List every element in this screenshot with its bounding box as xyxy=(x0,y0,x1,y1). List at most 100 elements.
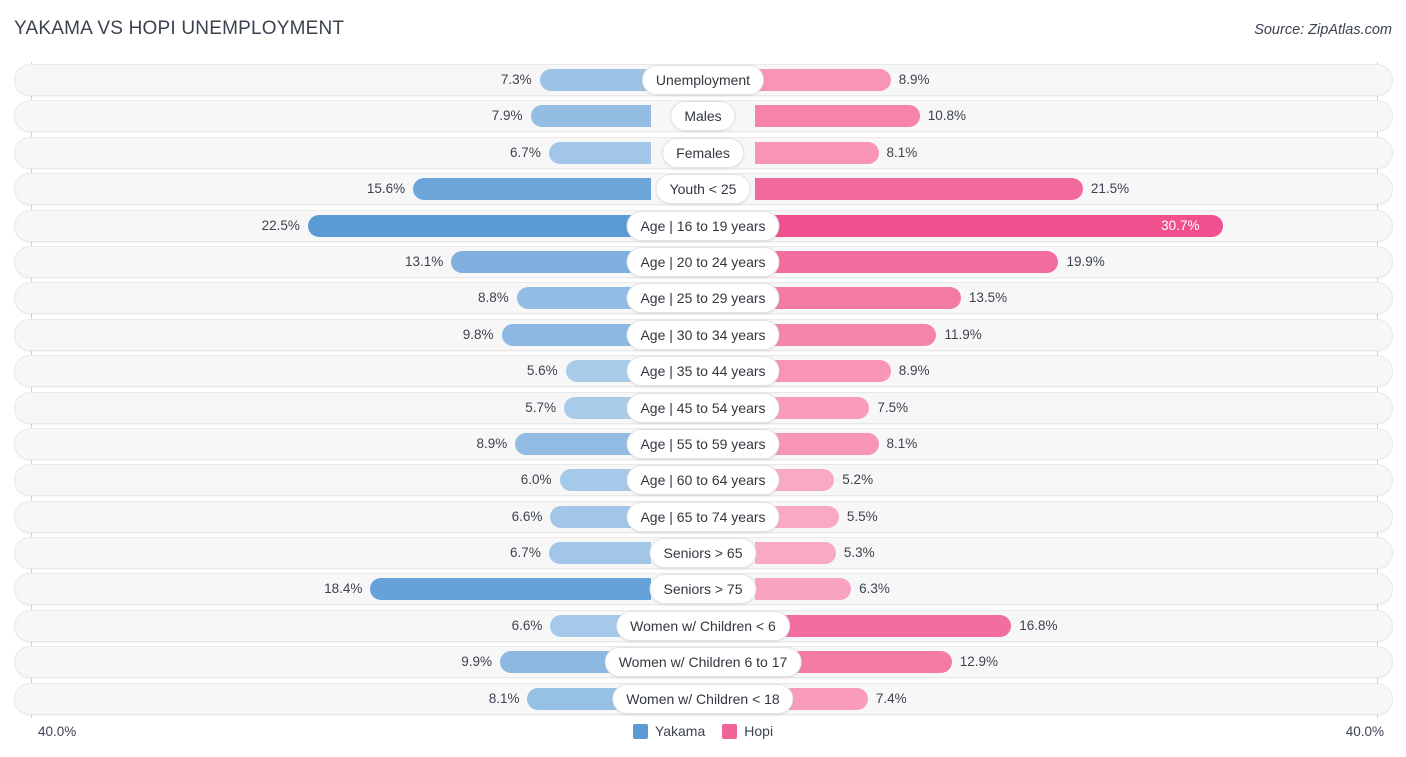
category-label[interactable]: Seniors > 65 xyxy=(649,538,757,569)
value-label-hopi: 8.1% xyxy=(886,435,918,451)
chart-row: 6.6% 16.8% Women w/ Children < 6 xyxy=(0,608,1406,644)
chart-page: YAKAMA VS HOPI UNEMPLOYMENT Source: ZipA… xyxy=(0,0,1406,757)
bar-hopi xyxy=(755,69,891,91)
legend-swatch-icon xyxy=(632,723,648,739)
chart-row: 22.5% 30.7% Age | 16 to 19 years xyxy=(0,208,1406,244)
value-label-yakama: 18.4% xyxy=(324,581,363,597)
value-label-yakama: 6.0% xyxy=(520,472,552,488)
chart-row: 13.1% 19.9% Age | 20 to 24 years xyxy=(0,244,1406,280)
category-label[interactable]: Age | 25 to 29 years xyxy=(626,283,780,314)
bar-hopi xyxy=(755,141,879,164)
legend-swatch-icon xyxy=(722,723,738,739)
chart-legend: Yakama Hopi xyxy=(0,723,1406,739)
chart-row: 18.4% 6.3% Seniors > 75 xyxy=(0,571,1406,607)
value-label-yakama: 8.9% xyxy=(476,435,508,451)
value-label-yakama: 8.1% xyxy=(488,690,520,706)
bar-yakama xyxy=(451,250,651,273)
chart-row: 7.9% 10.8% Males xyxy=(0,98,1406,134)
bar-hopi xyxy=(755,542,836,565)
bar-yakama xyxy=(548,542,651,565)
value-label-hopi: 16.8% xyxy=(1019,617,1058,633)
category-label[interactable]: Age | 20 to 24 years xyxy=(626,246,780,277)
bar-hopi xyxy=(755,287,961,310)
category-label[interactable]: Youth < 25 xyxy=(655,174,751,205)
bar-hopi xyxy=(755,578,852,601)
category-label[interactable]: Females xyxy=(662,137,744,168)
legend-label: Yakama xyxy=(654,723,706,739)
bar-yakama xyxy=(539,69,651,91)
value-label-yakama: 6.6% xyxy=(511,617,543,633)
value-label-yakama: 15.6% xyxy=(366,181,406,197)
page-header: YAKAMA VS HOPI UNEMPLOYMENT Source: ZipA… xyxy=(0,0,1406,60)
category-label[interactable]: Age | 35 to 44 years xyxy=(626,356,780,387)
legend-item[interactable]: Yakama xyxy=(632,723,706,739)
bar-yakama xyxy=(413,178,651,201)
category-label[interactable]: Males xyxy=(670,101,736,132)
value-label-hopi: 21.5% xyxy=(1090,181,1130,197)
category-label[interactable]: Age | 60 to 64 years xyxy=(626,465,780,496)
category-label[interactable]: Age | 55 to 59 years xyxy=(626,428,780,459)
value-label-hopi: 7.4% xyxy=(875,690,907,706)
chart-row: 15.6% 21.5% Youth < 25 xyxy=(0,171,1406,207)
category-label[interactable]: Age | 30 to 34 years xyxy=(626,319,780,350)
chart-row: 7.3% 8.9% Unemployment xyxy=(0,62,1406,98)
bar-yakama xyxy=(548,141,651,164)
value-label-hopi: 7.5% xyxy=(877,399,909,415)
chart-row: 6.7% 8.1% Females xyxy=(0,135,1406,171)
value-label-yakama: 7.9% xyxy=(491,108,523,124)
category-label[interactable]: Age | 45 to 54 years xyxy=(626,392,780,423)
value-label-yakama: 6.7% xyxy=(510,144,541,160)
chart-row: 8.8% 13.5% Age | 25 to 29 years xyxy=(0,280,1406,316)
source-attribution: Source: ZipAtlas.com xyxy=(1254,22,1392,38)
bar-yakama xyxy=(307,214,651,237)
value-label-yakama: 9.9% xyxy=(461,654,493,670)
value-label-yakama: 7.3% xyxy=(500,72,532,87)
value-label-hopi: 5.3% xyxy=(843,545,875,561)
category-label[interactable]: Women w/ Children < 18 xyxy=(612,683,794,714)
value-label-yakama: 8.8% xyxy=(478,290,509,306)
category-label[interactable]: Age | 16 to 19 years xyxy=(626,210,780,241)
value-label-hopi: 8.9% xyxy=(898,72,930,87)
value-label-hopi: 8.1% xyxy=(886,144,918,160)
chart-row: 8.9% 8.1% Age | 55 to 59 years xyxy=(0,426,1406,462)
chart-row: 9.8% 11.9% Age | 30 to 34 years xyxy=(0,317,1406,353)
category-label[interactable]: Women w/ Children < 6 xyxy=(616,610,790,641)
bar-yakama xyxy=(530,105,651,128)
category-label[interactable]: Seniors > 75 xyxy=(649,574,757,605)
bar-hopi xyxy=(755,250,1059,273)
value-label-yakama: 5.7% xyxy=(525,399,557,415)
chart-row: 8.1% 7.4% Women w/ Children < 18 xyxy=(0,681,1406,717)
value-label-hopi: 5.5% xyxy=(846,508,878,524)
category-label[interactable]: Unemployment xyxy=(641,65,765,95)
bar-hopi xyxy=(755,214,1224,237)
value-label-yakama: 9.8% xyxy=(462,326,494,342)
bar-hopi xyxy=(755,105,920,128)
value-label-hopi: 12.9% xyxy=(959,654,998,670)
legend-item[interactable]: Hopi xyxy=(722,723,773,739)
value-label-hopi: 6.3% xyxy=(859,581,890,597)
bar-hopi xyxy=(755,178,1083,201)
chart-row: 6.0% 5.2% Age | 60 to 64 years xyxy=(0,462,1406,498)
value-label-hopi: 30.7% xyxy=(1161,217,1200,233)
value-label-hopi: 8.9% xyxy=(898,363,930,379)
diverging-bar-chart: 7.3% 8.9% Unemployment 7.9% 10.8% Males 6.7% 8.… xyxy=(0,62,1406,718)
value-label-hopi: 5.2% xyxy=(842,472,874,488)
bar-hopi xyxy=(755,323,937,346)
chart-row: 5.7% 7.5% Age | 45 to 54 years xyxy=(0,390,1406,426)
value-label-yakama: 22.5% xyxy=(261,217,300,233)
category-label[interactable]: Age | 65 to 74 years xyxy=(626,501,780,532)
value-label-yakama: 5.6% xyxy=(526,363,558,379)
value-label-yakama: 6.7% xyxy=(510,545,541,561)
bar-hopi xyxy=(755,614,1012,637)
value-label-yakama: 13.1% xyxy=(404,253,444,269)
value-label-yakama: 6.6% xyxy=(511,508,543,524)
chart-row: 9.9% 12.9% Women w/ Children 6 to 17 xyxy=(0,644,1406,680)
category-label[interactable]: Women w/ Children 6 to 17 xyxy=(604,647,802,678)
bar-yakama xyxy=(370,578,651,601)
chart-rows: 7.3% 8.9% Unemployment 7.9% 10.8% Males 6.7% 8.… xyxy=(0,62,1406,717)
value-label-hopi: 13.5% xyxy=(968,290,1008,306)
value-label-hopi: 19.9% xyxy=(1066,253,1105,269)
value-label-hopi: 10.8% xyxy=(927,108,966,124)
chart-row: 6.6% 5.5% Age | 65 to 74 years xyxy=(0,499,1406,535)
chart-row: 6.7% 5.3% Seniors > 65 xyxy=(0,535,1406,571)
